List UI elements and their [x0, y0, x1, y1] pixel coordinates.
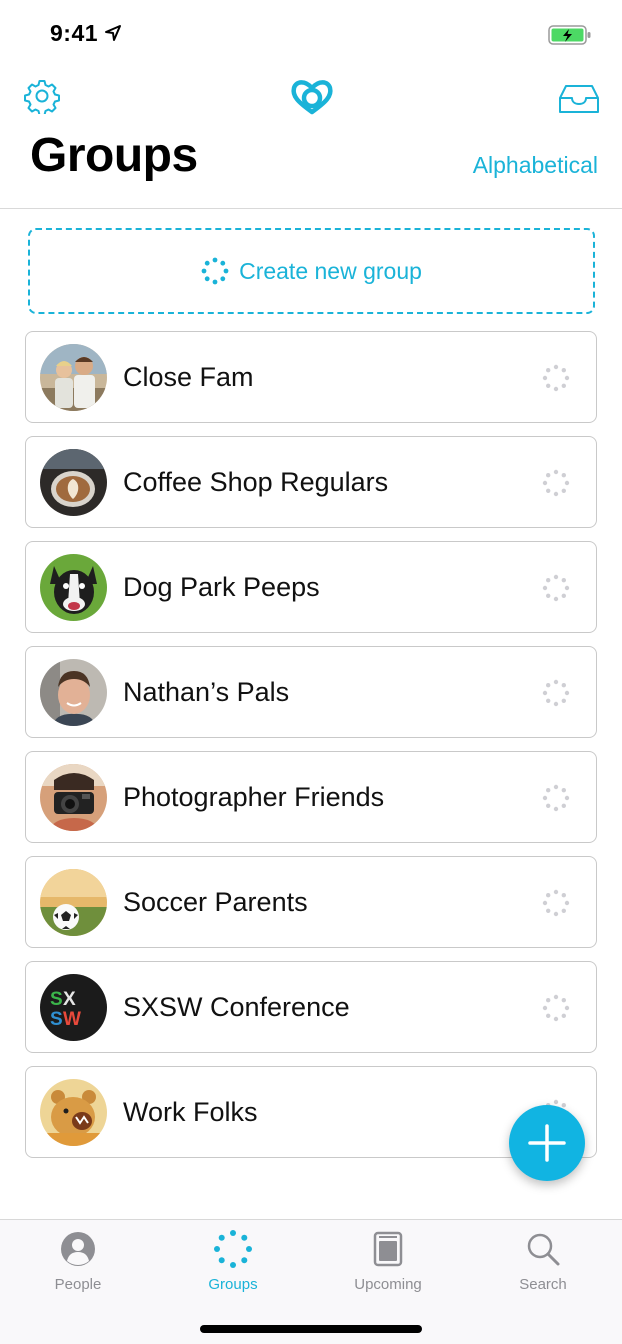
- sxsw-logo-avatar: S X S W: [40, 974, 107, 1041]
- header-divider: [0, 208, 622, 209]
- latte-art-photo-avatar: [40, 449, 107, 516]
- family-photo-avatar: [40, 344, 107, 411]
- group-name: Close Fam: [123, 362, 254, 392]
- dots-ring-icon: [201, 257, 229, 285]
- add-group-fab-button[interactable]: [509, 1105, 585, 1181]
- group-name: Coffee Shop Regulars: [123, 467, 389, 497]
- inbox-tray-icon[interactable]: [558, 84, 600, 114]
- svg-text:S: S: [50, 989, 63, 1010]
- dots-ring-icon: [542, 469, 570, 497]
- tab-people[interactable]: People: [18, 1230, 138, 1300]
- settings-gear-icon[interactable]: [24, 78, 60, 114]
- boston-terrier-photo-avatar: [40, 554, 107, 621]
- soccer-ball-photo-avatar: [40, 869, 107, 936]
- plus-icon: [528, 1124, 566, 1162]
- group-list: Close Fam Coffee Shop Regulars Dog Park …: [25, 331, 597, 1171]
- status-time: 9:41: [50, 20, 99, 46]
- group-row[interactable]: S X S W SXSW Conference: [25, 961, 597, 1053]
- page-title: Groups: [30, 129, 198, 182]
- home-indicator[interactable]: [200, 1325, 422, 1333]
- dots-ring-icon: [542, 574, 570, 602]
- tab-label: Search: [519, 1276, 567, 1293]
- tab-groups[interactable]: Groups: [173, 1230, 293, 1300]
- tab-label: People: [54, 1276, 102, 1293]
- tab-label: Upcoming: [354, 1276, 422, 1293]
- tab-upcoming[interactable]: Upcoming: [328, 1230, 448, 1300]
- group-name: Photographer Friends: [123, 782, 385, 812]
- groups-screen: 9:41 Groups Alphabetical Create new grou…: [0, 0, 622, 1344]
- group-row[interactable]: Soccer Parents: [25, 856, 597, 948]
- man-portrait-photo-avatar: [40, 659, 107, 726]
- dots-ring-icon: [542, 364, 570, 392]
- tab-label: Groups: [208, 1276, 258, 1293]
- bear-illustration-avatar: [40, 1079, 107, 1146]
- group-name: SXSW Conference: [123, 992, 350, 1022]
- person-icon: [61, 1232, 95, 1266]
- group-row[interactable]: Close Fam: [25, 331, 597, 423]
- group-name: Soccer Parents: [123, 887, 308, 917]
- svg-text:W: W: [63, 1009, 81, 1030]
- calendar-icon: [373, 1231, 403, 1267]
- dots-ring-icon: [542, 679, 570, 707]
- dots-ring-icon: [542, 784, 570, 812]
- svg-text:S: S: [50, 1009, 63, 1030]
- sort-alphabetical-button[interactable]: Alphabetical: [473, 152, 598, 179]
- group-name: Nathan’s Pals: [123, 677, 290, 707]
- group-row[interactable]: Dog Park Peeps: [25, 541, 597, 633]
- dots-ring-icon: [542, 889, 570, 917]
- status-bar: 9:41: [0, 0, 622, 68]
- battery-icon: [548, 25, 591, 45]
- group-name: Dog Park Peeps: [123, 572, 320, 602]
- search-icon: [527, 1233, 560, 1266]
- group-name: Work Folks: [123, 1097, 258, 1127]
- group-row[interactable]: Nathan’s Pals: [25, 646, 597, 738]
- create-new-group-button[interactable]: Create new group: [28, 228, 595, 314]
- camera-person-photo-avatar: [40, 764, 107, 831]
- location-arrow-icon: [105, 25, 121, 41]
- tab-search[interactable]: Search: [483, 1230, 603, 1300]
- svg-text:X: X: [63, 989, 76, 1010]
- group-row[interactable]: Coffee Shop Regulars: [25, 436, 597, 528]
- app-logo-icon: [291, 80, 333, 115]
- create-new-group-label: Create new group: [239, 257, 422, 284]
- group-row[interactable]: Photographer Friends: [25, 751, 597, 843]
- groups-dots-icon: [214, 1230, 252, 1268]
- dots-ring-icon: [542, 994, 570, 1022]
